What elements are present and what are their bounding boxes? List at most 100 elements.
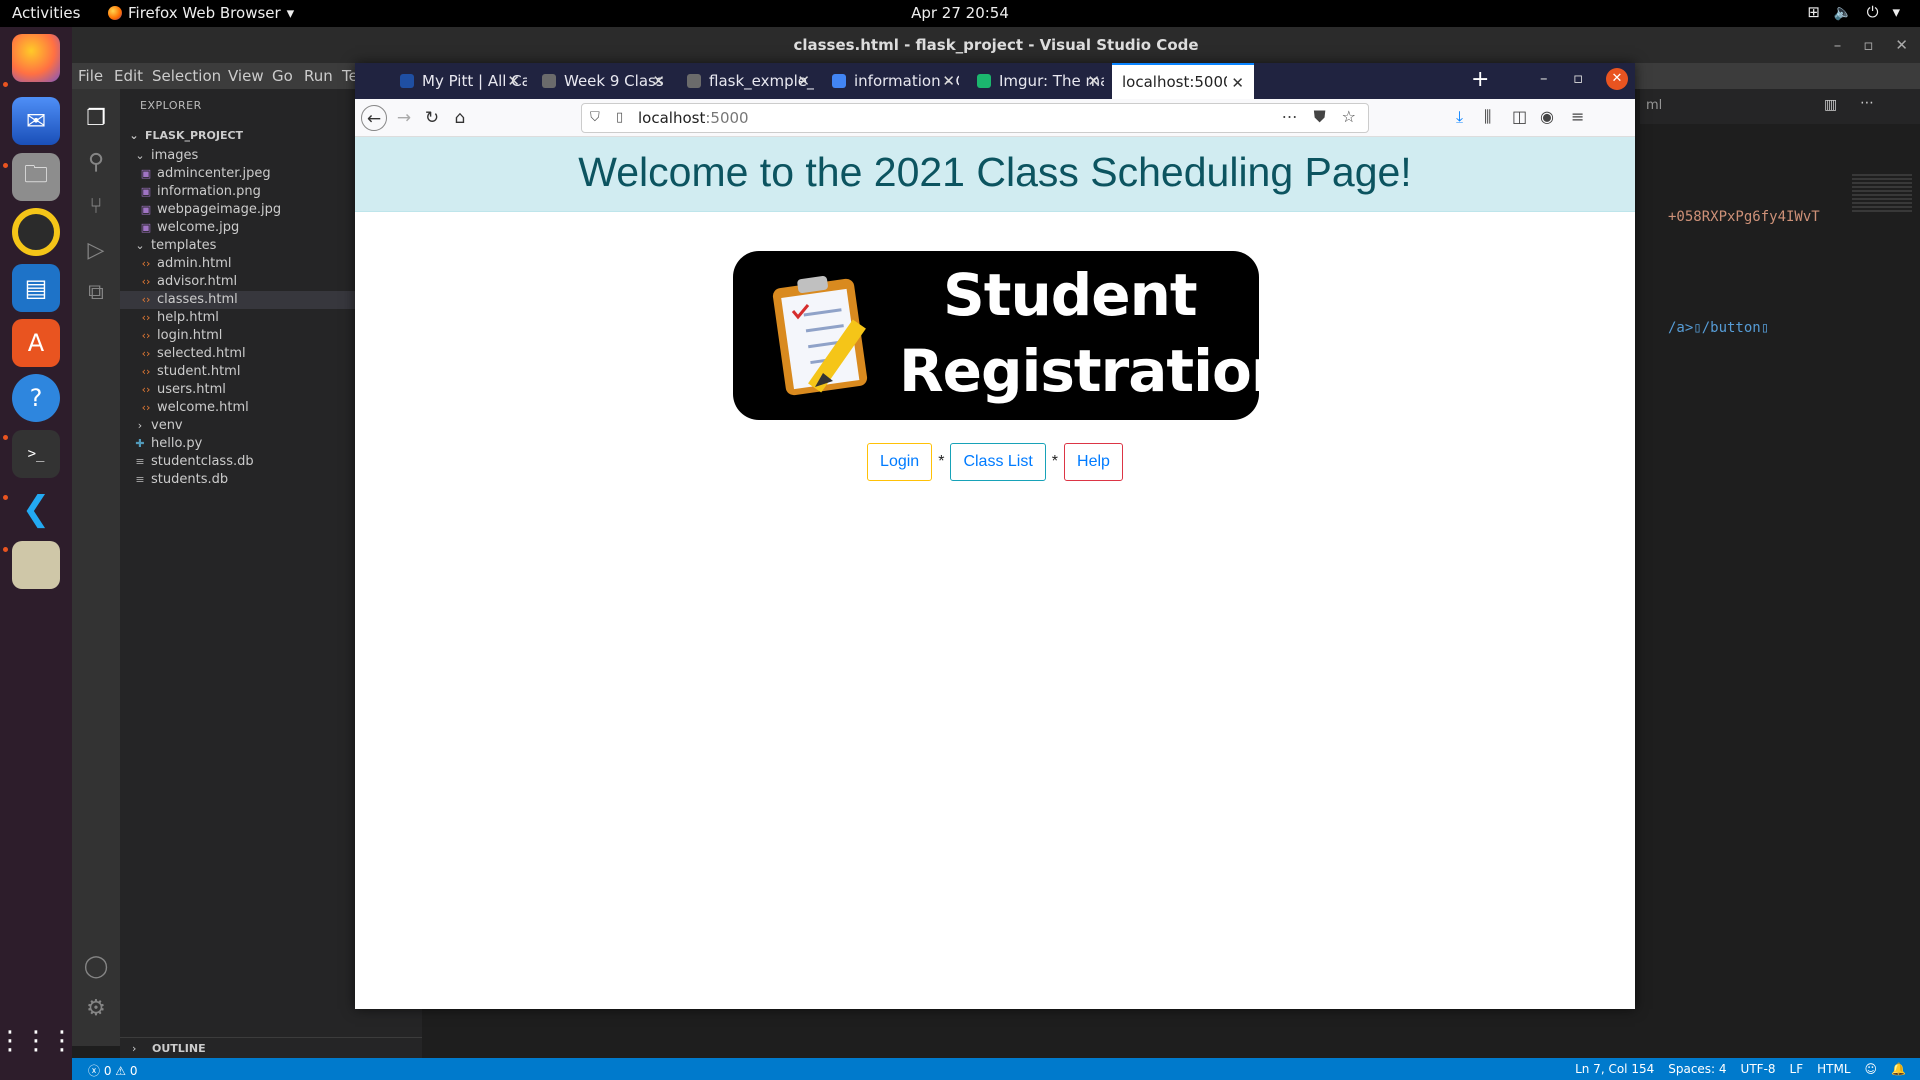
maximize-icon[interactable]: ▫ [1573, 69, 1583, 87]
close-tab-icon[interactable]: ✕ [1231, 74, 1244, 92]
search-icon[interactable]: ⚲ [82, 149, 110, 177]
browser-tab[interactable]: flask_exmple_we✕ [677, 63, 820, 99]
run-debug-icon[interactable]: ▷ [82, 237, 110, 265]
html-file-icon: ‹› [141, 329, 151, 342]
tree-item-label: users.html [157, 382, 226, 397]
close-icon[interactable]: ✕ [1895, 27, 1908, 63]
encoding[interactable]: UTF-8 [1741, 1062, 1776, 1076]
terminal-icon[interactable]: >_ [12, 430, 60, 478]
hamburger-menu-icon[interactable]: ≡ [1571, 107, 1584, 126]
writer-icon[interactable]: ▤ [12, 264, 60, 312]
show-apps-icon[interactable]: ⋮⋮⋮ [0, 1017, 75, 1065]
software-icon[interactable]: A [12, 319, 60, 367]
close-tab-icon[interactable]: ✕ [507, 72, 520, 90]
line-ending[interactable]: LF [1790, 1062, 1804, 1076]
editor-tab-fragment[interactable]: ml [1646, 98, 1662, 113]
thunderbird-icon[interactable]: ✉ [12, 97, 60, 145]
new-tab-button[interactable]: + [1471, 67, 1489, 92]
tree-item-label: students.db [151, 472, 229, 487]
cursor-position[interactable]: Ln 7, Col 154 [1575, 1062, 1654, 1076]
student-registration-image: Student Registration [733, 251, 1292, 420]
code-line: /a>▯/button▯ [1668, 320, 1770, 336]
reload-button[interactable]: ↻ [419, 105, 445, 131]
forward-button[interactable]: → [391, 105, 417, 131]
browser-tab[interactable]: My Pitt | All Camp✕ [390, 63, 530, 99]
rhythmbox-icon[interactable] [12, 208, 60, 256]
account-icon[interactable]: ◉ [1540, 107, 1554, 126]
editor-area[interactable]: ml ▥ ⋯ +058RXPxPg6fy4IWvT /a>▯/button▯ [1640, 89, 1920, 1046]
chevron-right-icon: › [132, 1042, 137, 1055]
close-tab-icon[interactable]: ✕ [1087, 72, 1100, 90]
navigation-toolbar: ← → ↻ ⌂ ⛉ ▯ localhost:5000 ⋯ ⛊ ☆ ⤓ ⫼ ◫ ◉… [355, 99, 1635, 137]
archive-icon[interactable] [12, 541, 60, 589]
database-file-icon: ≡ [135, 473, 145, 486]
files-icon[interactable]: 🗀 [12, 153, 60, 201]
more-actions-icon[interactable]: ⋯ [1860, 95, 1874, 111]
home-button[interactable]: ⌂ [447, 105, 473, 131]
library-icon[interactable]: ⫼ [1484, 107, 1491, 127]
address-bar[interactable]: ⛉ ▯ localhost:5000 ⋯ ⛊ ☆ [581, 103, 1369, 133]
tree-item-label: venv [151, 418, 183, 433]
minimap[interactable] [1852, 174, 1912, 214]
outline-section[interactable]: › OUTLINE [120, 1037, 422, 1059]
project-root[interactable]: ⌄ FLASK_PROJECT [128, 125, 243, 147]
close-tab-icon[interactable]: ✕ [652, 72, 665, 90]
favicon-icon [832, 74, 846, 88]
help-button[interactable]: Help [1064, 443, 1123, 481]
language-mode[interactable]: HTML [1817, 1062, 1850, 1076]
favicon-icon [542, 74, 556, 88]
maximize-icon[interactable]: ▫ [1863, 27, 1873, 63]
menu-go[interactable]: Go [272, 67, 293, 85]
feedback-icon[interactable]: ☺ [1865, 1062, 1878, 1076]
menu-view[interactable]: View [228, 67, 264, 85]
account-icon[interactable]: ◯ [82, 953, 110, 981]
favicon-icon [687, 74, 701, 88]
clock[interactable]: Apr 27 20:54 [0, 4, 1920, 22]
downloads-icon[interactable]: ⤓ [1456, 107, 1463, 127]
help-icon[interactable]: ? [12, 374, 60, 422]
tree-item-label: classes.html [157, 292, 238, 307]
gear-icon[interactable]: ⚙ [82, 995, 110, 1023]
system-tray[interactable]: ⊞ 🔈 ⏻ ▾ [1807, 3, 1900, 21]
bookmark-star-icon[interactable]: ☆ [1342, 107, 1356, 127]
class-list-button[interactable]: Class List [950, 443, 1046, 481]
problems-indicator[interactable]: ⓧ 0 ⚠ 0 [88, 1062, 137, 1079]
close-icon[interactable]: ✕ [1606, 68, 1628, 90]
tree-item-label: selected.html [157, 346, 246, 361]
pocket-icon[interactable]: ⛊ [1314, 107, 1326, 127]
explorer-icon[interactable]: ❐ [82, 105, 110, 133]
chevron-down-icon: ▾ [1892, 3, 1900, 21]
tree-item-label: help.html [157, 310, 219, 325]
page-info-icon[interactable]: ▯ [616, 110, 623, 125]
source-control-icon[interactable]: ⑂ [82, 193, 110, 221]
login-button[interactable]: Login [867, 443, 933, 481]
browser-tab[interactable]: localhost:5000/✕ [1112, 63, 1254, 99]
menu-edit[interactable]: Edit [114, 67, 143, 85]
close-tab-icon[interactable]: ✕ [797, 72, 810, 90]
menu-run[interactable]: Run [304, 67, 333, 85]
minimize-icon[interactable]: – [1540, 69, 1548, 87]
close-tab-icon[interactable]: ✕ [942, 72, 955, 90]
browser-tab[interactable]: Imgur: The magic✕ [967, 63, 1110, 99]
menu-file[interactable]: File [78, 67, 103, 85]
browser-tab[interactable]: information - Goo✕ [822, 63, 965, 99]
split-editor-icon[interactable]: ▥ [1824, 97, 1837, 113]
minimize-icon[interactable]: – [1834, 27, 1842, 63]
html-file-icon: ‹› [141, 293, 151, 306]
indentation[interactable]: Spaces: 4 [1668, 1062, 1726, 1076]
page-actions-icon[interactable]: ⋯ [1282, 107, 1298, 127]
menu-selection[interactable]: Selection [152, 67, 221, 85]
shield-icon[interactable]: ⛉ [590, 110, 600, 125]
code-line: +058RXPxPg6fy4IWvT [1668, 209, 1820, 225]
explorer-header: EXPLORER [140, 99, 202, 112]
back-button[interactable]: ← [361, 105, 387, 131]
extensions-icon[interactable]: ⧉ [82, 279, 110, 307]
bell-icon[interactable]: 🔔 [1891, 1062, 1906, 1076]
firefox-icon[interactable] [12, 34, 60, 82]
vscode-icon[interactable]: ❮ [12, 485, 60, 533]
tree-item-label: welcome.html [157, 400, 249, 415]
browser-tab[interactable]: Week 9 Class Exa✕ [532, 63, 675, 99]
sidebar-icon[interactable]: ◫ [1512, 107, 1527, 126]
running-indicator [3, 495, 8, 500]
tree-item-label: hello.py [151, 436, 203, 451]
